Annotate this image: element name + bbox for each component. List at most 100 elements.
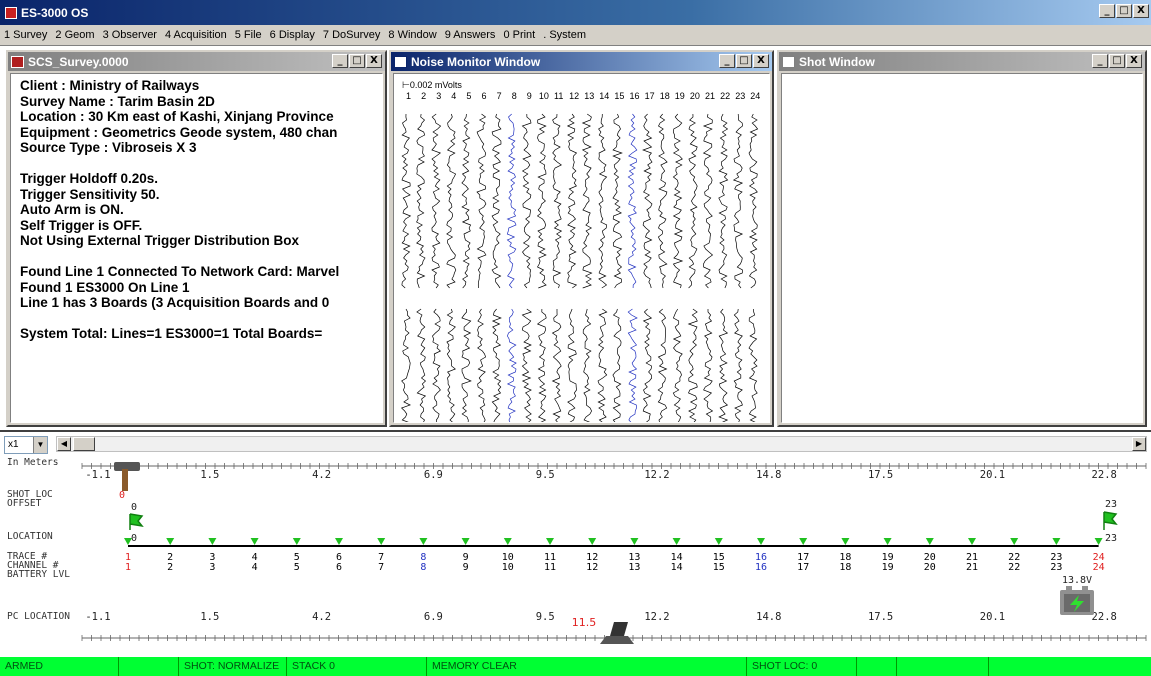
app-close-button[interactable]: X <box>1133 4 1149 18</box>
geophone-icon <box>799 538 808 545</box>
noise-trace <box>567 308 577 422</box>
noise-channel-number: 7 <box>496 91 502 101</box>
ruler-tick-label: -1.1 <box>85 469 110 481</box>
survey-log-line: Client : Ministry of Railways <box>20 78 200 93</box>
menu-geom[interactable]: 2 Geom <box>55 29 94 41</box>
menu-acquisition[interactable]: 4 Acquisition <box>165 29 227 41</box>
geophone-icon <box>672 538 681 545</box>
survey-minimize-button[interactable]: _ <box>332 54 348 68</box>
menu-file[interactable]: 5 File <box>235 29 262 41</box>
status-bar: ARMED SHOT: NORMALIZE STACK 0 MEMORY CLE… <box>0 657 1151 676</box>
menu-answers[interactable]: 9 Answers <box>445 29 496 41</box>
channel-number: 21 <box>966 562 978 573</box>
noise-trace <box>476 113 487 289</box>
menu-window[interactable]: 8 Window <box>388 29 436 41</box>
noise-channel-number: 1 <box>406 91 412 101</box>
app-minimize-button[interactable]: _ <box>1099 4 1115 18</box>
shot-minimize-button[interactable]: _ <box>1092 54 1108 68</box>
channel-number: 5 <box>294 562 300 573</box>
noise-channel-number: 19 <box>674 91 685 101</box>
noise-channel-number: 3 <box>436 91 442 101</box>
channel-number: 9 <box>463 562 469 573</box>
menu-survey[interactable]: 1 Survey <box>4 29 47 41</box>
spread-panel: x1 ▼ ◀ ▶ In Meters SHOT LOC OFFSET LOCAT… <box>0 430 1151 657</box>
channel-number: 12 <box>586 562 598 573</box>
noise-trace <box>521 113 532 289</box>
right-flag-location: 23 <box>1105 533 1117 544</box>
channel-number: 19 <box>882 562 894 573</box>
survey-log-line <box>20 249 382 265</box>
shot-close-button[interactable]: X <box>1126 54 1142 68</box>
ruler-tick-label: 22.8 <box>1092 469 1117 481</box>
noise-window-titlebar[interactable]: Noise Monitor Window _ □ X <box>391 52 772 71</box>
channel-number: 6 <box>336 562 342 573</box>
geophone-icon <box>377 538 386 545</box>
noise-channel-number: 21 <box>705 91 716 101</box>
noise-trace <box>672 308 683 422</box>
noise-trace <box>416 308 427 422</box>
window-icon <box>394 55 407 68</box>
geophone-icon <box>1052 538 1061 545</box>
menu-system[interactable]: . System <box>543 29 586 41</box>
noise-channel-number: 14 <box>599 91 610 101</box>
noise-trace <box>657 308 668 422</box>
menu-display[interactable]: 6 Display <box>270 29 315 41</box>
survey-log-line: Survey Name : Tarim Basin 2D <box>20 93 215 109</box>
geophone-icon <box>925 538 934 545</box>
right-flag-icon <box>1103 511 1118 530</box>
noise-trace <box>597 308 608 422</box>
survey-log-line: Not Using External Trigger Distribution … <box>20 233 300 248</box>
survey-maximize-button[interactable]: □ <box>349 54 365 68</box>
survey-window-title: SCS_Survey.0000 <box>28 54 129 69</box>
noise-trace <box>582 308 592 422</box>
ruler-tick-label: 12.2 <box>644 611 669 623</box>
status-shot-loc: SHOT LOC: 0 <box>746 657 856 676</box>
geophone-icon <box>968 538 976 545</box>
menu-print[interactable]: 0 Print <box>503 29 535 41</box>
survey-window-titlebar[interactable]: SCS_Survey.0000 _ □ X <box>8 52 385 71</box>
noise-trace <box>703 309 714 422</box>
channel-number: 8 <box>420 562 426 573</box>
geophone-icon <box>292 538 301 545</box>
noise-channel-number: 4 <box>451 91 457 101</box>
channel-number: 10 <box>502 562 514 573</box>
hammer-handle <box>122 469 128 491</box>
status-blank-2 <box>856 657 896 676</box>
noise-trace <box>491 113 502 289</box>
ruler-tick-label: -1.1 <box>85 611 110 623</box>
noise-trace <box>687 308 698 422</box>
noise-trace <box>432 308 442 422</box>
noise-trace <box>733 308 743 422</box>
noise-minimize-button[interactable]: _ <box>719 54 735 68</box>
menu-observer[interactable]: 3 Observer <box>103 29 157 41</box>
noise-trace <box>551 309 562 422</box>
noise-window-title: Noise Monitor Window <box>411 54 541 69</box>
noise-scale-value: 0.002 mVolts <box>409 80 462 90</box>
ruler-tick-label: 17.5 <box>868 611 893 623</box>
noise-trace <box>642 113 653 289</box>
shot-maximize-button[interactable]: □ <box>1109 54 1125 68</box>
shot-window-titlebar[interactable]: Shot Window _ □ X <box>779 52 1145 71</box>
status-blank-4 <box>988 657 1151 676</box>
noise-channel-number: 9 <box>526 91 532 101</box>
status-blank-1 <box>118 657 178 676</box>
menu-dosurvey[interactable]: 7 DoSurvey <box>323 29 380 41</box>
survey-close-button[interactable]: X <box>366 54 382 68</box>
noise-trace <box>416 113 426 289</box>
survey-log-line: Trigger Sensitivity 50. <box>20 186 160 202</box>
noise-channel-number: 6 <box>481 91 487 101</box>
noise-trace <box>672 113 684 289</box>
noise-maximize-button[interactable]: □ <box>736 54 752 68</box>
app-maximize-button[interactable]: □ <box>1116 4 1132 18</box>
noise-trace <box>732 113 744 289</box>
noise-trace <box>642 308 653 422</box>
survey-log-line <box>20 311 382 327</box>
noise-trace <box>748 308 758 422</box>
noise-trace <box>536 113 547 289</box>
survey-log-line: Found 1 ES3000 On Line 1 <box>20 279 190 295</box>
noise-close-button[interactable]: X <box>753 54 769 68</box>
battery-terminal <box>1082 586 1088 590</box>
geophone-icon <box>503 538 512 545</box>
geophone-icon <box>419 538 428 545</box>
left-flag-offset: 0 <box>131 502 137 513</box>
